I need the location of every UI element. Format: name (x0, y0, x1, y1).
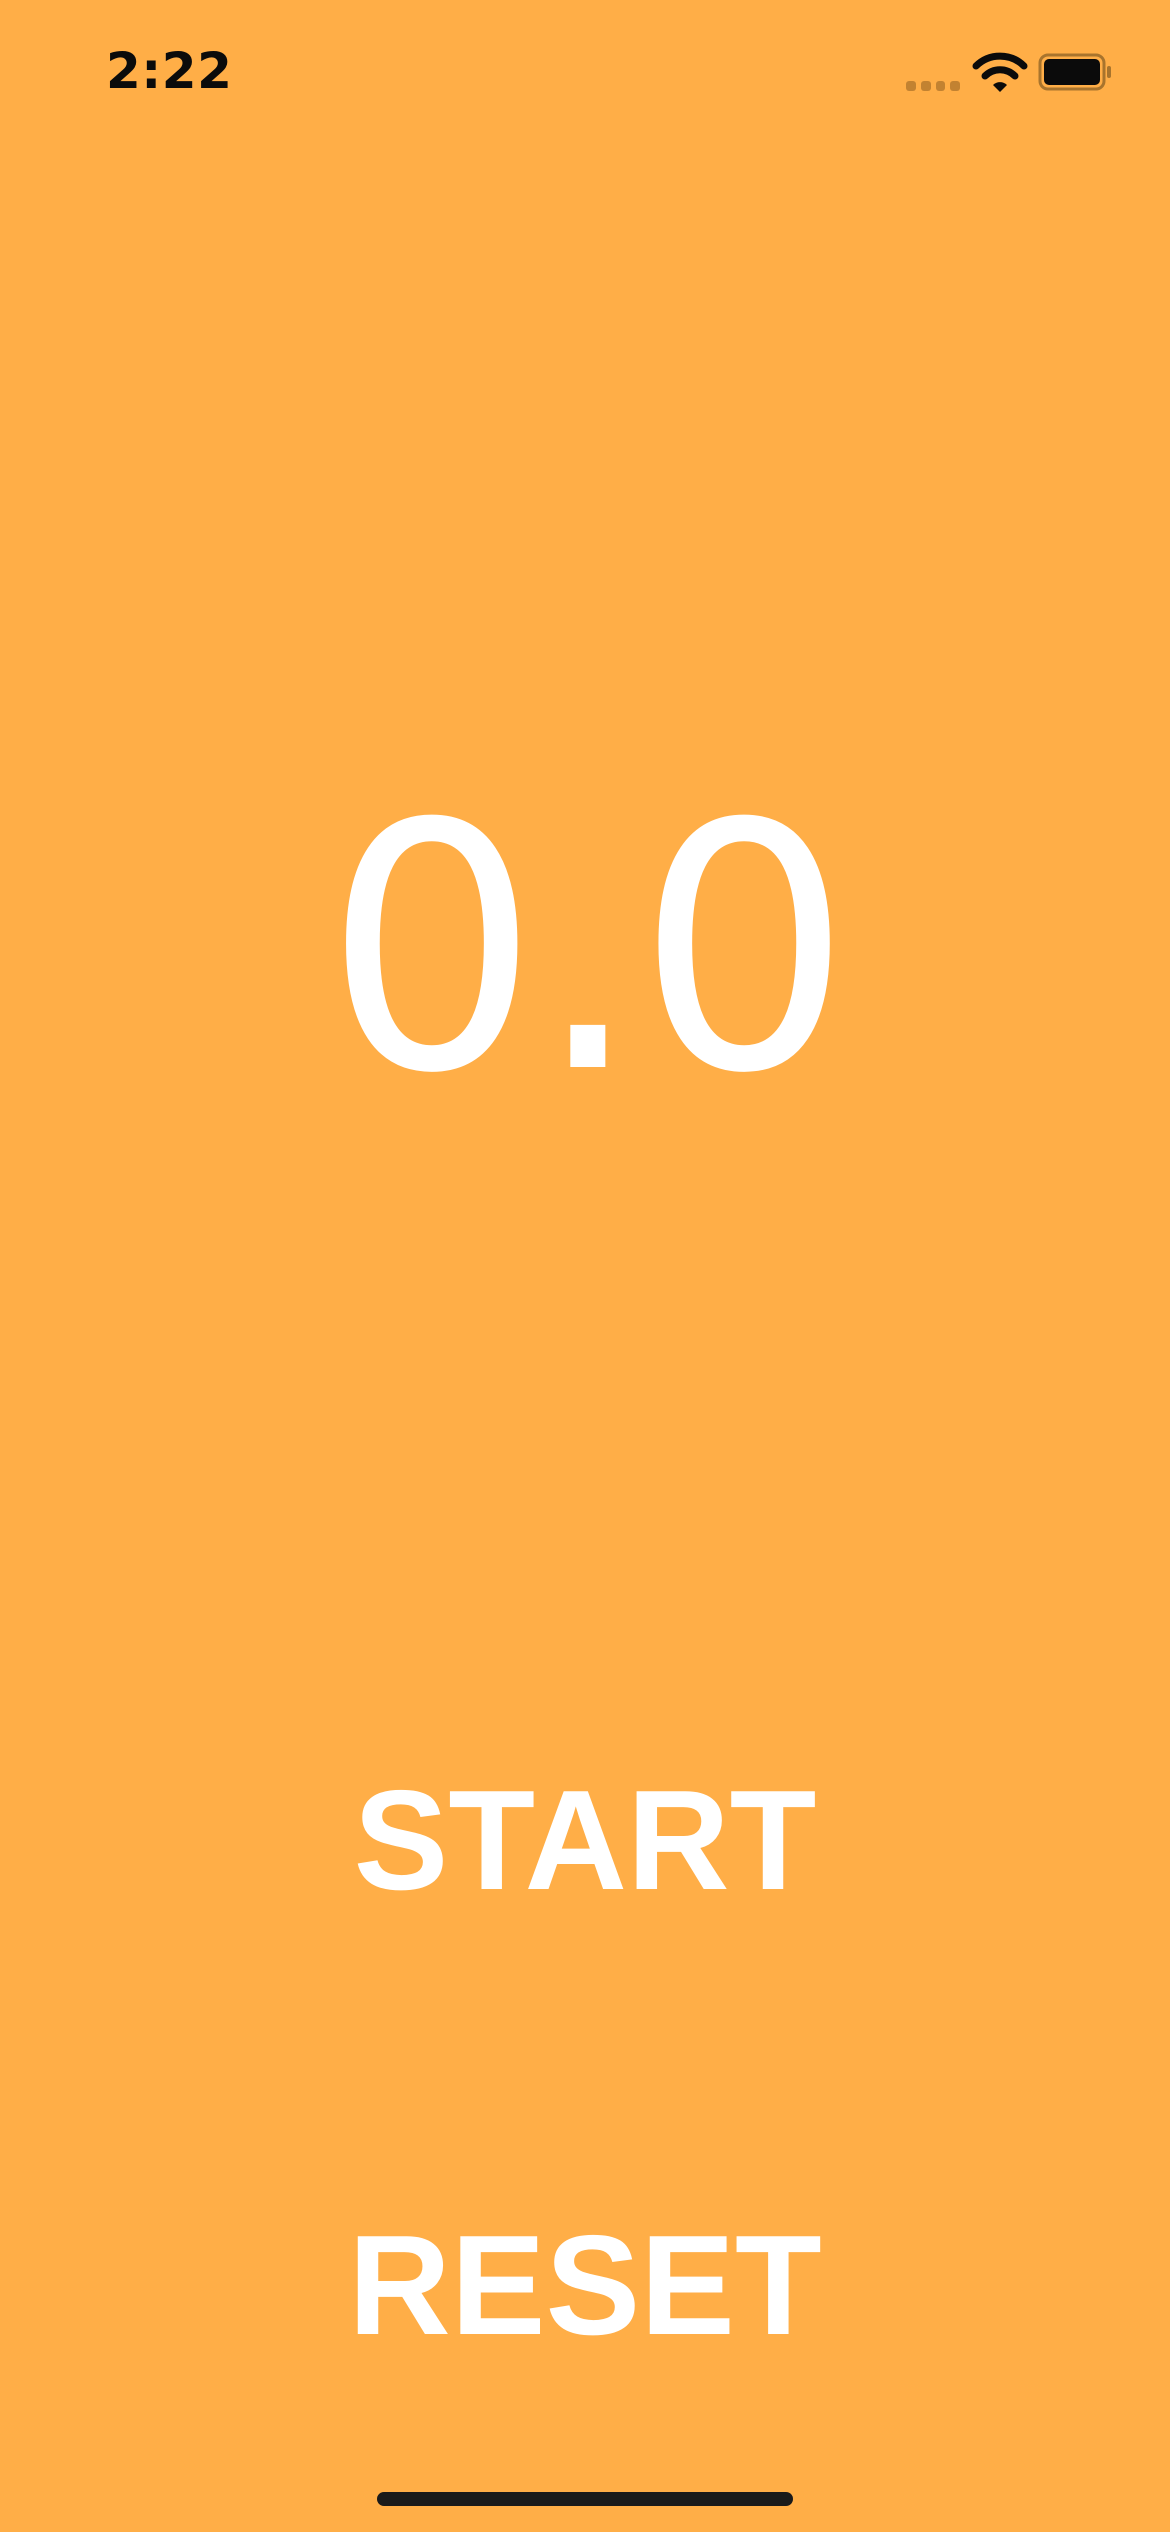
signal-dot (950, 81, 960, 91)
status-time: 2:22 (106, 42, 233, 100)
home-indicator[interactable] (377, 2492, 793, 2506)
signal-dot (906, 81, 916, 91)
battery-icon (1038, 53, 1111, 91)
signal-dot (935, 81, 946, 91)
signal-dot (920, 81, 931, 91)
wifi-icon (972, 52, 1028, 92)
timer-display: 0.0 (323, 752, 853, 1148)
start-button[interactable]: START (0, 1770, 1170, 1912)
cellular-signal-icon (906, 80, 960, 92)
reset-button[interactable]: RESET (0, 2215, 1170, 2357)
status-bar: 2:22 (0, 0, 1170, 150)
